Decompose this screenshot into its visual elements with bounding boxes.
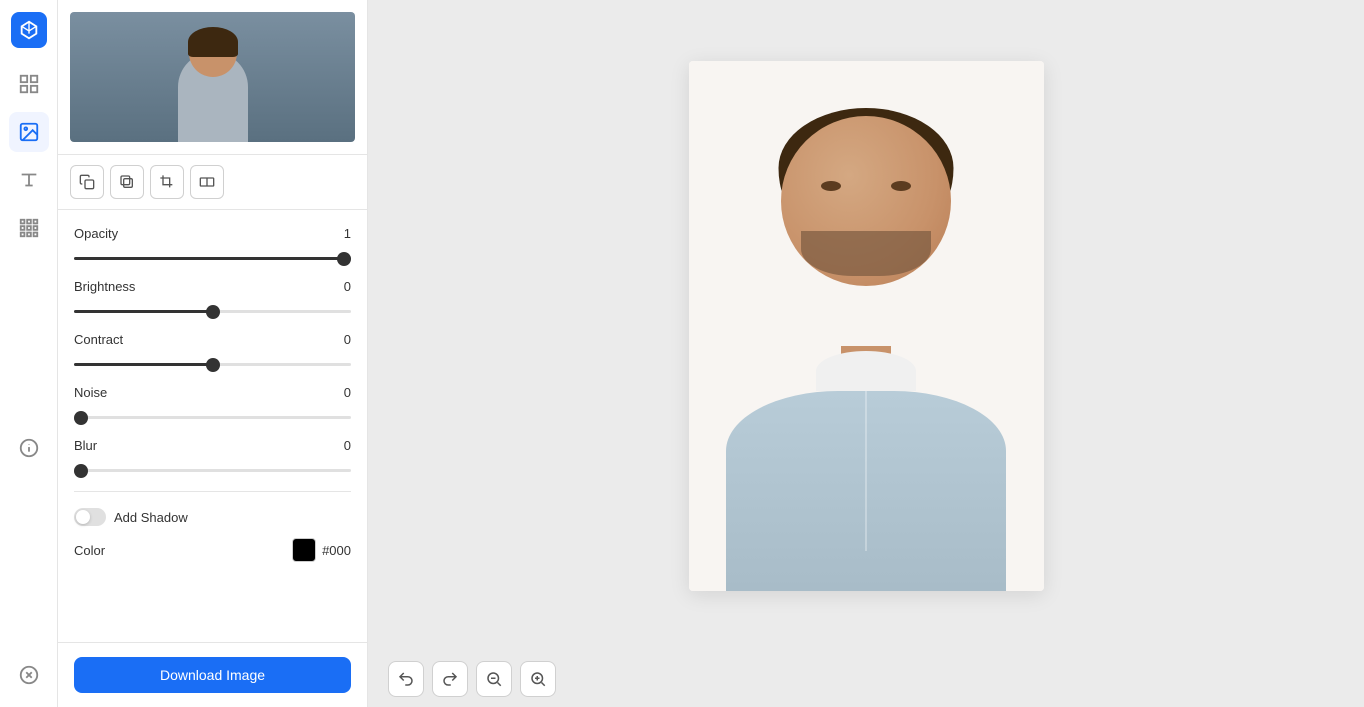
- color-hex: #000: [322, 543, 351, 558]
- left-panel: Opacity 1 Brightness 0 Contract 0 Noise: [58, 0, 368, 707]
- flip-button[interactable]: [190, 165, 224, 199]
- brightness-slider-row: Brightness 0: [74, 279, 351, 318]
- opacity-value: 1: [344, 226, 351, 241]
- nav-item-text[interactable]: [9, 160, 49, 200]
- color-swatch[interactable]: [292, 538, 316, 562]
- blur-range[interactable]: [74, 469, 351, 472]
- shadow-section: Add Shadow Color #000: [74, 500, 351, 578]
- beard: [801, 231, 931, 276]
- shadow-label: Add Shadow: [114, 510, 188, 525]
- duplicate-button[interactable]: [110, 165, 144, 199]
- nav-item-info[interactable]: [9, 428, 49, 468]
- nav-item-image[interactable]: [9, 112, 49, 152]
- download-button[interactable]: Download Image: [74, 657, 351, 693]
- preview-hair: [188, 27, 238, 57]
- sliders-section: Opacity 1 Brightness 0 Contract 0 Noise: [58, 210, 367, 642]
- person-container: [689, 61, 1044, 591]
- undo-button[interactable]: [388, 661, 424, 697]
- contrast-label: Contract: [74, 332, 123, 347]
- app-logo[interactable]: [11, 12, 47, 48]
- blur-label: Blur: [74, 438, 97, 453]
- zoom-out-button[interactable]: [476, 661, 512, 697]
- shadow-toggle[interactable]: [74, 508, 106, 526]
- person-body: [726, 391, 1006, 591]
- nav-item-pattern[interactable]: [9, 208, 49, 248]
- person-face: [781, 116, 951, 286]
- opacity-range[interactable]: [74, 257, 351, 260]
- blur-slider-row: Blur 0: [74, 438, 351, 477]
- brightness-range[interactable]: [74, 310, 351, 313]
- noise-value: 0: [344, 385, 351, 400]
- zoom-in-button[interactable]: [520, 661, 556, 697]
- right-eye: [891, 181, 911, 191]
- shadow-toggle-row: Add Shadow: [74, 508, 351, 526]
- left-eye: [821, 181, 841, 191]
- toolbar-row: [58, 155, 367, 210]
- nav-item-close[interactable]: [9, 655, 49, 695]
- redo-button[interactable]: [432, 661, 468, 697]
- color-row: Color #000: [74, 538, 351, 562]
- opacity-slider-row: Opacity 1: [74, 226, 351, 265]
- canvas-area: [368, 0, 1364, 651]
- noise-label: Noise: [74, 385, 107, 400]
- nav-sidebar: [0, 0, 58, 707]
- contrast-value: 0: [344, 332, 351, 347]
- noise-range[interactable]: [74, 416, 351, 419]
- nav-item-grid[interactable]: [9, 64, 49, 104]
- preview-image: [70, 12, 355, 142]
- section-divider: [74, 491, 351, 492]
- color-swatch-row: #000: [292, 538, 351, 562]
- brightness-value: 0: [344, 279, 351, 294]
- blur-value: 0: [344, 438, 351, 453]
- shirt-line: [865, 391, 867, 551]
- crop-button[interactable]: [150, 165, 184, 199]
- main-area: [368, 0, 1364, 707]
- contrast-range[interactable]: [74, 363, 351, 366]
- bottom-toolbar: [368, 651, 1364, 707]
- shirt-collar: [816, 351, 916, 391]
- image-preview-area: [58, 0, 367, 155]
- color-label: Color: [74, 543, 105, 558]
- brightness-label: Brightness: [74, 279, 135, 294]
- toggle-knob: [76, 510, 90, 524]
- contrast-slider-row: Contract 0: [74, 332, 351, 371]
- photo-frame: [689, 61, 1044, 591]
- download-btn-area: Download Image: [58, 642, 367, 707]
- noise-slider-row: Noise 0: [74, 385, 351, 424]
- opacity-label: Opacity: [74, 226, 118, 241]
- copy-button[interactable]: [70, 165, 104, 199]
